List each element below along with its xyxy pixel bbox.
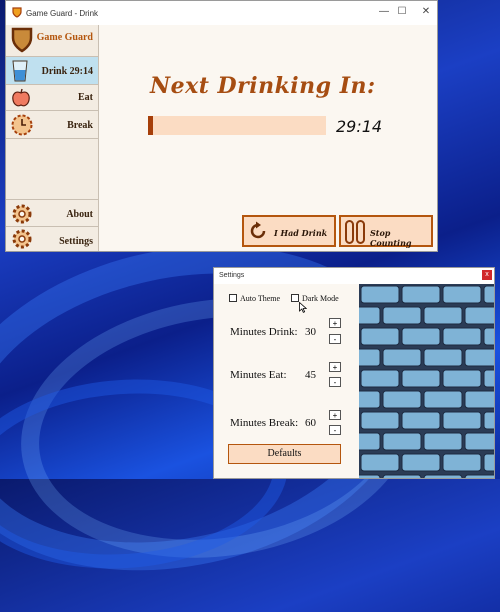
brick [483, 285, 494, 304]
minutes-eat-label: Minutes Eat: [230, 369, 287, 381]
minutes-break-value: 60 [305, 417, 316, 429]
brick [359, 390, 381, 409]
title-bar[interactable]: Game Guard - Drink — ☐ ✕ [6, 1, 437, 25]
brick [442, 285, 482, 304]
brick [423, 348, 463, 367]
defaults-button[interactable]: Defaults [228, 444, 341, 464]
minutes-drink-value: 30 [305, 326, 316, 338]
brick [423, 474, 463, 478]
sidebar-item-label: Drink 29:14 [41, 66, 93, 77]
brick [401, 327, 441, 346]
break-decrement-button[interactable]: - [329, 425, 341, 435]
sidebar-item-break[interactable]: Break [6, 111, 98, 139]
brick [464, 432, 494, 451]
sidebar-item-label: Eat [78, 92, 93, 103]
progress-fill [148, 116, 154, 135]
minutes-break-label: Minutes Break: [230, 417, 299, 429]
break-increment-button[interactable]: + [329, 410, 341, 420]
brick [359, 348, 381, 367]
minimize-button[interactable]: — [376, 5, 392, 19]
countdown-progress-bar [148, 116, 326, 135]
brick-wall-image [359, 284, 494, 478]
brick [360, 369, 400, 388]
dark-mode-label: Dark Mode [302, 294, 339, 303]
brick [464, 348, 494, 367]
settings-title: Settings [219, 272, 245, 279]
brick [442, 369, 482, 388]
stop-counting-label: Stop Counting [370, 228, 412, 248]
countdown-timer: 29:14 [336, 117, 383, 136]
close-button[interactable]: ✕ [418, 5, 434, 19]
sidebar-item-label: About [66, 209, 93, 220]
brick [360, 285, 400, 304]
brand-name: Game Guard [36, 32, 93, 43]
refresh-icon [248, 221, 268, 243]
sidebar-item-settings[interactable]: Settings [6, 227, 98, 251]
clock-icon [11, 114, 33, 141]
brick [483, 369, 494, 388]
brick [382, 306, 422, 325]
pause-icon [344, 220, 366, 246]
checkbox-box[interactable] [229, 294, 237, 302]
drink-increment-button[interactable]: + [329, 318, 341, 328]
auto-theme-label: Auto Theme [240, 294, 281, 303]
brick [464, 390, 494, 409]
brick [359, 432, 381, 451]
gear-icon [10, 227, 34, 256]
page-title: Next Drinking In: [150, 73, 376, 99]
auto-theme-checkbox[interactable]: Auto Theme [229, 294, 280, 303]
had-drink-button[interactable]: I Had Drink [242, 215, 336, 247]
brick [401, 285, 441, 304]
sidebar: Game Guard Drink 29:14 Eat Break About S… [6, 25, 99, 251]
shield-icon [12, 7, 22, 20]
brick [401, 369, 441, 388]
had-drink-label: I Had Drink [274, 228, 328, 238]
brand-logo: Game Guard [6, 25, 98, 57]
brick [359, 474, 381, 478]
sidebar-item-eat[interactable]: Eat [6, 85, 98, 111]
brick [360, 327, 400, 346]
drink-decrement-button[interactable]: - [329, 334, 341, 344]
window-title: Game Guard - Drink [26, 9, 99, 18]
minutes-drink-label: Minutes Drink: [230, 326, 298, 338]
eat-decrement-button[interactable]: - [329, 377, 341, 387]
sidebar-item-label: Settings [59, 236, 93, 247]
brick [360, 411, 400, 430]
brick [442, 327, 482, 346]
brick [423, 390, 463, 409]
brick [382, 432, 422, 451]
checkbox-box[interactable] [291, 294, 299, 302]
settings-title-bar[interactable]: Settings x [214, 268, 494, 284]
brick [464, 474, 494, 478]
settings-close-button[interactable]: x [482, 270, 492, 280]
brick [483, 453, 494, 472]
brick [360, 453, 400, 472]
glass-icon [12, 60, 28, 87]
brick [483, 411, 494, 430]
brick [382, 390, 422, 409]
brick [423, 306, 463, 325]
main-window: Game Guard - Drink — ☐ ✕ Game Guard Drin… [5, 0, 438, 252]
stop-counting-button[interactable]: Stop Counting [339, 215, 433, 248]
brick [423, 432, 463, 451]
sidebar-item-about[interactable]: About [6, 199, 98, 227]
sidebar-item-label: Break [67, 120, 93, 131]
apple-icon [11, 88, 31, 113]
brick [442, 453, 482, 472]
mouse-cursor-icon [299, 300, 308, 318]
maximize-button[interactable]: ☐ [394, 5, 410, 19]
eat-increment-button[interactable]: + [329, 362, 341, 372]
brick [483, 327, 494, 346]
settings-window: Settings x Auto Theme Dark Mode Minutes … [213, 267, 495, 479]
brick [382, 474, 422, 478]
brick [401, 453, 441, 472]
brick [359, 306, 381, 325]
minutes-eat-value: 45 [305, 369, 316, 381]
brick [382, 348, 422, 367]
shield-icon [11, 27, 33, 58]
brick [442, 411, 482, 430]
sidebar-item-drink[interactable]: Drink 29:14 [6, 57, 98, 85]
brick [401, 411, 441, 430]
brick [464, 306, 494, 325]
